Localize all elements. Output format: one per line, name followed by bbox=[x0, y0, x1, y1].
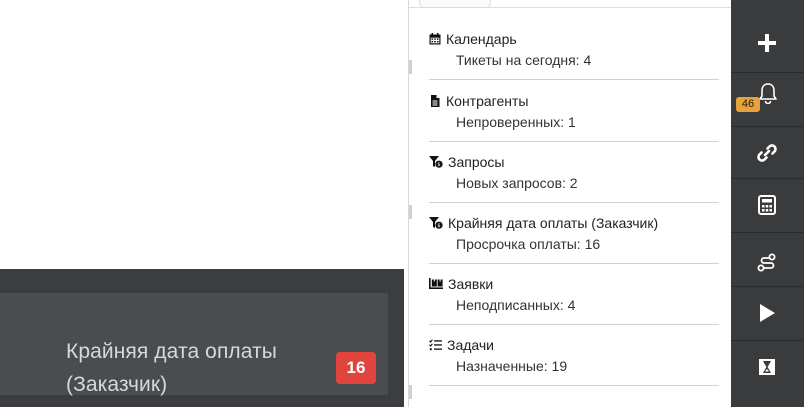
item-title-text: Календарь bbox=[446, 31, 517, 47]
pallet-boxes-icon bbox=[429, 278, 443, 289]
calculator-icon bbox=[758, 195, 776, 215]
link-icon bbox=[757, 144, 777, 162]
sidebar-zoom: Крайняя дата оплаты (Заказчик) 16 bbox=[0, 269, 404, 407]
document-icon bbox=[431, 95, 440, 107]
item-title: Задачи bbox=[429, 336, 494, 354]
filter-money-icon: $ bbox=[429, 156, 443, 168]
item-subtitle: Неподписанных: 4 bbox=[456, 297, 576, 313]
notification-count-badge: 46 bbox=[736, 97, 760, 112]
item-subtitle: Назначенные: 19 bbox=[456, 358, 568, 374]
bell-icon bbox=[759, 83, 777, 104]
item-title-text: Контрагенты bbox=[446, 93, 529, 109]
divider bbox=[409, 7, 731, 8]
item-subtitle: Просрочка оплаты: 16 bbox=[456, 236, 601, 252]
item-subtitle: Новых запросов: 2 bbox=[456, 175, 578, 191]
route-button[interactable] bbox=[731, 236, 804, 290]
link-button[interactable] bbox=[731, 126, 804, 180]
plus-icon bbox=[758, 34, 776, 52]
count-badge: 16 bbox=[336, 352, 376, 384]
item-subtitle: Тикеты на сегодня: 4 bbox=[456, 52, 592, 68]
task-list-icon bbox=[429, 339, 442, 351]
add-button[interactable] bbox=[731, 16, 804, 70]
sidebar-item-payment-deadline[interactable]: Крайняя дата оплаты (Заказчик) 16 bbox=[0, 293, 388, 396]
item-title: $ Крайняя дата оплаты (Заказчик) bbox=[429, 214, 658, 232]
item-title-text: Крайняя дата оплаты (Заказчик) bbox=[448, 215, 659, 231]
route-icon bbox=[757, 253, 776, 272]
timer-button[interactable] bbox=[731, 340, 804, 394]
item-title: Заявки bbox=[429, 275, 493, 293]
right-toolbar: 46 bbox=[731, 0, 804, 407]
sidebar-item-label: Крайняя дата оплаты (Заказчик) bbox=[66, 340, 277, 396]
divider bbox=[409, 60, 412, 74]
calendar-icon bbox=[429, 33, 441, 45]
dropdown-item-orders[interactable]: Заявки Неподписанных: 4 bbox=[429, 263, 719, 325]
dropdown-item-tasks[interactable]: Задачи Назначенные: 19 bbox=[429, 324, 719, 386]
item-title: Календарь bbox=[429, 30, 517, 48]
item-title-text: Запросы bbox=[448, 154, 505, 170]
play-icon bbox=[760, 304, 775, 322]
item-title: Контрагенты bbox=[429, 92, 528, 110]
item-title: $ Запросы bbox=[429, 153, 504, 171]
item-title-text: Заявки bbox=[448, 276, 494, 292]
dropdown-item-requests[interactable]: $ Запросы Новых запросов: 2 bbox=[429, 141, 719, 203]
divider bbox=[731, 232, 804, 233]
dropdown-item-contractors[interactable]: Контрагенты Непроверенных: 1 bbox=[429, 80, 719, 142]
filter-money-icon: $ bbox=[429, 217, 443, 229]
dropdown-item-calendar[interactable]: Календарь Тикеты на сегодня: 4 bbox=[429, 18, 719, 80]
dropdown-item-payment-deadline[interactable]: $ Крайняя дата оплаты (Заказчик) Просроч… bbox=[429, 202, 719, 264]
item-title-text: Задачи bbox=[447, 337, 495, 353]
calculator-button[interactable] bbox=[731, 178, 804, 232]
play-button[interactable] bbox=[731, 286, 804, 340]
notifications-dropdown: Календарь Тикеты на сегодня: 4 Контраген… bbox=[408, 0, 731, 407]
hourglass-icon bbox=[759, 359, 775, 375]
svg-text:$: $ bbox=[437, 162, 440, 168]
divider bbox=[409, 385, 412, 399]
item-subtitle: Непроверенных: 1 bbox=[456, 114, 576, 130]
divider bbox=[409, 205, 412, 219]
svg-text:$: $ bbox=[437, 223, 440, 229]
